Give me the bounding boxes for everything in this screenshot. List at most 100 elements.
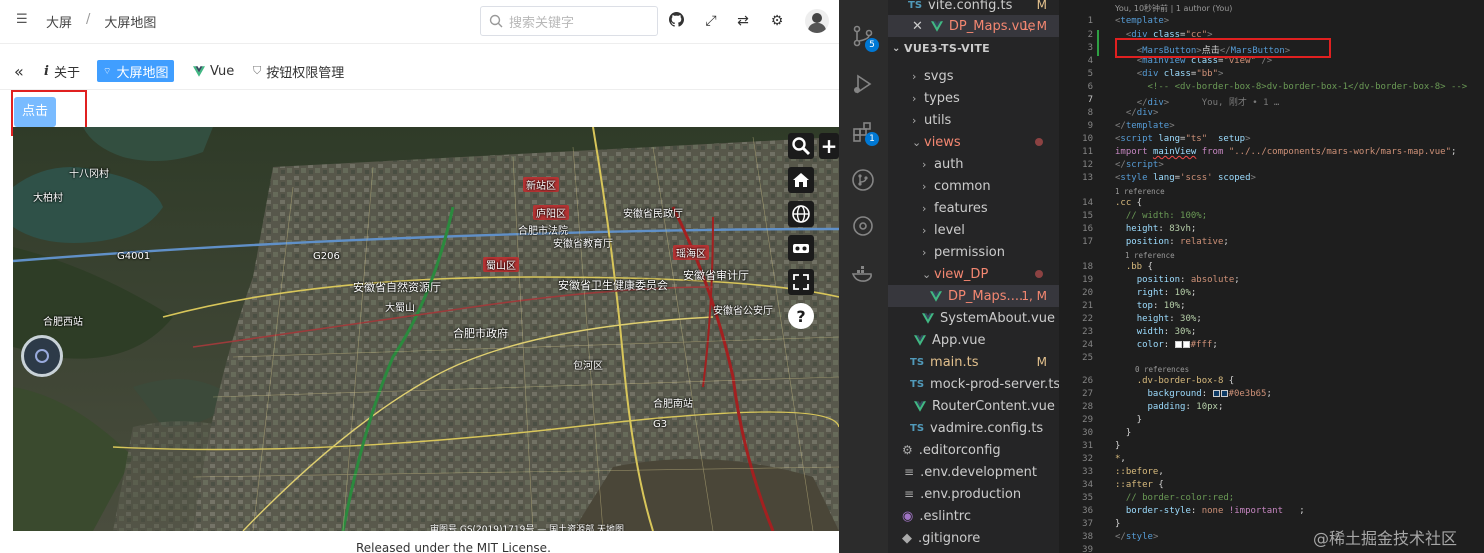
map-projection-button[interactable]	[788, 201, 814, 227]
breadcrumb-item[interactable]: 大屏	[46, 12, 72, 31]
tree-folder-open[interactable]: ⌄ view_DP	[888, 263, 1059, 285]
git-gutter-added	[1097, 30, 1099, 56]
tree-file[interactable]: TS vadmire.config.ts	[888, 417, 1059, 439]
line-number: 30	[1082, 428, 1093, 438]
fullscreen-icon[interactable]: ⤢	[702, 12, 720, 30]
open-editor-item[interactable]: TS vite.config.ts M	[888, 0, 1059, 16]
tab-dashboard-map[interactable]: ⌔ 大屏地图	[97, 60, 175, 82]
map-fullscreen-button[interactable]	[788, 269, 814, 295]
tree-file[interactable]: TS main.ts M	[888, 351, 1059, 373]
line-number: 16	[1082, 224, 1093, 234]
code-line: </div> You, 刚才 • 1 …	[1136, 98, 1280, 108]
line-number: 24	[1082, 340, 1093, 350]
tree-file[interactable]: ◆ .gitignore	[888, 527, 1059, 549]
code-line: </template>	[1115, 121, 1175, 131]
line-number: 5	[1087, 69, 1093, 79]
map-label: 蜀山区	[483, 257, 519, 272]
code-line: padding: 10px;	[1147, 402, 1224, 412]
tree-folder[interactable]: › utils	[888, 109, 1059, 131]
docker-icon[interactable]	[851, 262, 875, 286]
tree-folder[interactable]: › types	[888, 87, 1059, 109]
remote-icon[interactable]	[851, 214, 875, 238]
menu-toggle-icon[interactable]: ☰	[16, 13, 30, 27]
tab-label: 大屏地图	[116, 65, 169, 81]
open-editor-item-active[interactable]: ✕ DP_Maps.vue 1, M	[888, 15, 1059, 37]
map-label: 新站区	[523, 177, 559, 192]
git-blame-header: You, 10秒钟前 | 1 author (You)	[1115, 4, 1233, 13]
tab-button-permission[interactable]: ⛉ 按钮权限管理	[247, 60, 350, 82]
line-number: 21	[1082, 301, 1093, 311]
code-lens[interactable]: 0 references	[1135, 365, 1189, 374]
map-search-button[interactable]	[788, 133, 814, 159]
project-name: VUE3-TS-VITE	[904, 41, 990, 55]
tree-folder[interactable]: › level	[888, 219, 1059, 241]
search-icon	[792, 137, 811, 156]
github-icon[interactable]	[667, 12, 685, 30]
zoom-in-button[interactable]: +	[819, 133, 839, 159]
map-label: 安徽省教育厅	[553, 239, 613, 250]
code-editor[interactable]: You, 10秒钟前 | 1 author (You) 1 2 3 4 5 6 …	[1059, 0, 1484, 553]
tree-file[interactable]: TS mock-prod-server.ts	[888, 373, 1060, 395]
code-line: ::before,	[1115, 467, 1164, 477]
git-status: 1, M	[1021, 19, 1047, 33]
info-icon: i	[44, 63, 49, 79]
tree-file[interactable]: ⚙ .editorconfig	[888, 439, 1059, 461]
tree-file[interactable]: ◉ .eslintrc	[888, 505, 1059, 527]
close-icon[interactable]: ✕	[912, 19, 923, 34]
tree-file[interactable]: SystemAbout.vue	[888, 307, 1059, 329]
line-number: 33	[1082, 467, 1093, 477]
line-number: 4	[1087, 56, 1093, 66]
git-graph-icon[interactable]	[851, 168, 875, 192]
tree-file[interactable]: RouterContent.vue	[888, 395, 1059, 417]
map-home-button[interactable]	[788, 167, 814, 193]
tree-file[interactable]: App.vue	[888, 329, 1059, 351]
env-file-icon: ≡	[904, 487, 915, 501]
tree-folder-open[interactable]: ⌄ views	[888, 131, 1059, 153]
gear-icon: ⚙	[902, 443, 913, 457]
code-lens[interactable]: 1 reference	[1125, 251, 1175, 260]
tab-label: Vue	[210, 63, 235, 79]
tab-vue[interactable]: Vue	[187, 60, 240, 82]
code-lens[interactable]: 1 reference	[1115, 187, 1165, 196]
map-vr-button[interactable]	[788, 235, 814, 261]
vscode-window: 5 1 TS vite.config.ts M ✕ DP_Maps.vue 1,…	[839, 0, 1484, 553]
run-debug-icon[interactable]	[851, 72, 875, 96]
tree-folder[interactable]: › features	[888, 197, 1059, 219]
tree-folder[interactable]: › auth	[888, 153, 1059, 175]
inline-blame: You, 刚才 • 1 …	[1201, 98, 1280, 108]
git-icon: ◆	[902, 530, 912, 546]
line-number: 6	[1087, 82, 1093, 92]
project-header[interactable]: ⌄ VUE3-TS-VITE	[888, 37, 1059, 59]
line-number: 39	[1082, 545, 1093, 553]
tree-file-selected[interactable]: DP_Maps.... 1, M	[888, 285, 1059, 307]
3d-map-view[interactable]: 十八冈村 大柏村 新站区 庐阳区 瑶海区 蜀山区 合肥市政府 合肥市法院 安徽省…	[13, 127, 839, 531]
line-number: 34	[1082, 480, 1093, 490]
code-line: position: absolute;	[1136, 275, 1240, 285]
code-line: height: 83vh;	[1125, 224, 1197, 234]
map-label: 大柏村	[33, 193, 63, 204]
vr-icon	[793, 244, 809, 253]
tab-about[interactable]: i 关于	[38, 60, 86, 82]
source-control-badge: 5	[865, 38, 879, 52]
tree-file[interactable]: ≡ .env.development	[888, 461, 1059, 483]
code-line: top: 10%;	[1136, 301, 1186, 311]
translate-icon[interactable]: ⇄	[734, 12, 752, 30]
compass-widget[interactable]	[21, 335, 63, 377]
shield-icon: ⛉	[253, 64, 262, 77]
tree-folder[interactable]: › svgs	[888, 65, 1059, 87]
avatar[interactable]	[805, 9, 829, 33]
code-line: }	[1115, 415, 1143, 425]
search-input[interactable]: 搜索关键字	[480, 6, 658, 36]
activity-bar: 5 1	[839, 0, 888, 553]
tree-folder[interactable]: › permission	[888, 241, 1059, 263]
map-help-button[interactable]: ?	[788, 303, 814, 329]
gear-icon[interactable]: ⚙	[768, 12, 786, 30]
tree-folder[interactable]: › common	[888, 175, 1059, 197]
code-line: // border-color:red;	[1125, 493, 1235, 503]
modified-dot	[1035, 270, 1043, 278]
map-label: 安徽省自然资源厅	[353, 281, 441, 294]
collapse-icon[interactable]: «	[14, 62, 24, 81]
line-number: 7	[1087, 95, 1093, 105]
code-line: border-style: none !important ;	[1125, 506, 1305, 516]
tree-file[interactable]: ≡ .env.production	[888, 483, 1059, 505]
